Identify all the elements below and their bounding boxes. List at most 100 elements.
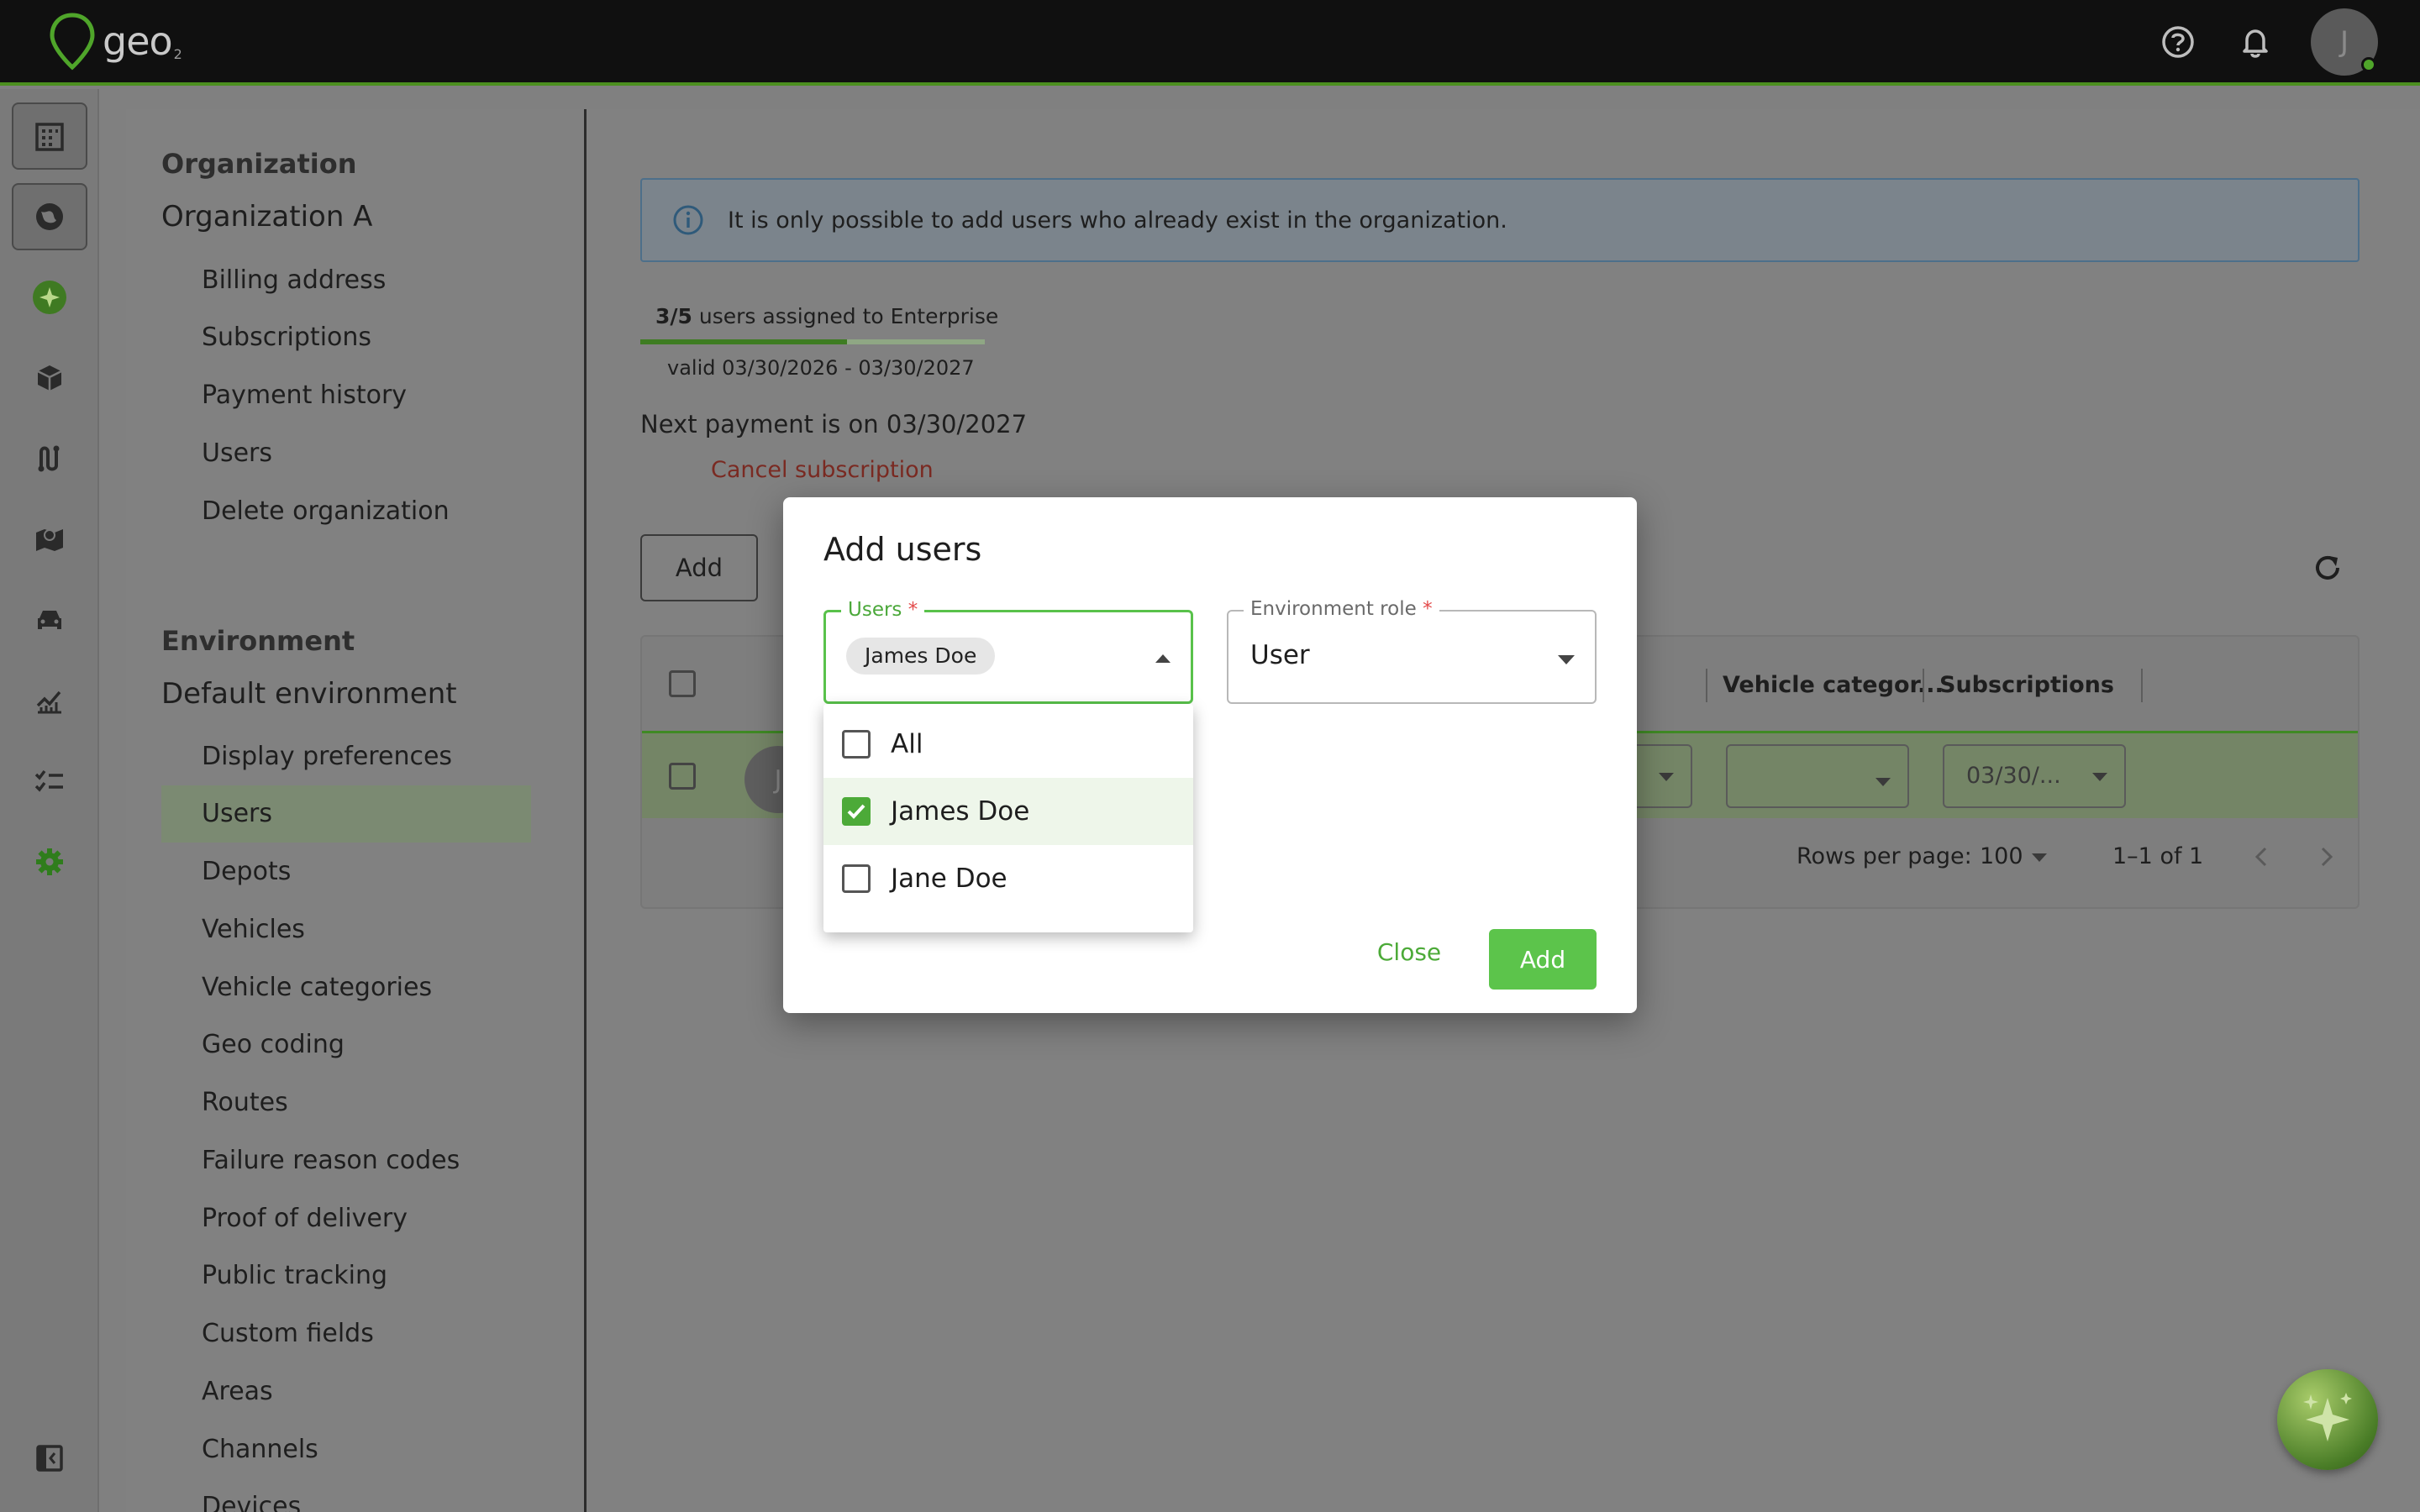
required-marker: * [1423, 598, 1433, 620]
seats-label: users assigned to Enterprise [698, 304, 999, 328]
vehicle-category-select[interactable] [1726, 744, 1909, 808]
chevron-down-icon [1659, 773, 1674, 781]
help-circle-icon[interactable] [2160, 24, 2196, 60]
rows-per-page-select[interactable]: 100 [1980, 843, 2023, 869]
nav-item-depots[interactable]: Depots [202, 843, 291, 900]
next-payment-text: Next payment is on 03/30/2027 [640, 410, 1028, 438]
column-separator [2141, 669, 2143, 702]
top-bar: geo 2 J [0, 0, 2420, 86]
row-avatar-initial: J [774, 764, 782, 795]
nav-environment-name[interactable]: Default environment [161, 677, 457, 711]
info-alert: It is only possible to add users who alr… [640, 178, 2360, 262]
option-checkbox[interactable] [842, 730, 871, 759]
required-marker: * [908, 599, 918, 621]
collapse-icon [36, 1445, 63, 1472]
rail-globe-button[interactable] [12, 183, 87, 250]
seats-summary: 3/5 users assigned to Enterprise [655, 304, 998, 328]
nav-item-custom-fields[interactable]: Custom fields [202, 1305, 374, 1362]
dropdown-option-jane-doe[interactable]: Jane Doe [823, 845, 1193, 912]
nav-item-display-preferences[interactable]: Display preferences [202, 728, 452, 785]
chevron-left-icon[interactable] [2249, 843, 2275, 870]
rail-routes-button[interactable] [12, 425, 87, 492]
nav-item-areas[interactable]: Areas [202, 1363, 273, 1420]
refresh-icon[interactable] [2309, 549, 2346, 586]
nav-item-env-users[interactable]: Users [161, 785, 531, 843]
environment-role-select[interactable]: Environment role * User [1227, 598, 1597, 704]
rail-map-button[interactable] [12, 506, 87, 573]
option-label: All [891, 729, 923, 759]
option-checkbox[interactable] [842, 864, 871, 893]
app-logo[interactable]: geo 2 [49, 12, 182, 71]
nav-item-geo-coding[interactable]: Geo coding [202, 1016, 345, 1074]
rail-assistant-button[interactable] [12, 264, 87, 331]
nav-item-public-tracking[interactable]: Public tracking [202, 1247, 387, 1305]
nav-section-organization: Organization [161, 148, 357, 180]
role-label-text: Environment role [1250, 598, 1417, 620]
nav-item-channels[interactable]: Channels [202, 1421, 318, 1478]
subscription-select-value: 03/30/... [1966, 763, 2061, 789]
nav-item-subscriptions[interactable]: Subscriptions [202, 309, 371, 366]
confirm-add-button[interactable]: Add [1489, 929, 1597, 990]
cancel-subscription-link[interactable]: Cancel subscription [711, 457, 934, 483]
nav-item-payment-history[interactable]: Payment history [202, 367, 407, 424]
users-multiselect[interactable]: Users * James Doe [823, 599, 1193, 704]
nav-item-routes[interactable]: Routes [202, 1074, 288, 1131]
close-button[interactable]: Close [1371, 931, 1447, 973]
dropdown-option-james-doe[interactable]: James Doe [823, 778, 1193, 845]
rail-orders-button[interactable] [12, 344, 87, 412]
add-users-button[interactable]: Add [640, 534, 758, 601]
dropdown-option-all[interactable]: All [823, 711, 1193, 778]
rail-analytics-button[interactable] [12, 667, 87, 734]
rail-collapse-button[interactable] [12, 1425, 87, 1492]
select-all-checkbox[interactable] [669, 670, 696, 697]
column-separator [1706, 669, 1707, 702]
nav-item-billing-address[interactable]: Billing address [202, 252, 386, 309]
assistant-fab[interactable] [2277, 1369, 2378, 1470]
rows-per-page-label: Rows per page: [1797, 843, 1972, 869]
dialog-title: Add users [823, 531, 982, 568]
users-label-text: Users [848, 599, 902, 621]
subscription-validity: valid 03/30/2026 - 03/30/2027 [667, 356, 975, 380]
option-checkbox[interactable] [842, 797, 871, 826]
nav-item-devices[interactable]: Devices [202, 1478, 301, 1512]
chevron-down-icon [2032, 853, 2047, 862]
rail-organization-button[interactable] [12, 102, 87, 170]
nav-item-vehicles[interactable]: Vehicles [202, 901, 305, 958]
column-header-subscriptions[interactable]: Subscriptions [1939, 672, 2114, 698]
chevron-right-icon[interactable] [2312, 843, 2339, 870]
info-alert-text: It is only possible to add users who alr… [728, 207, 1507, 234]
sparkle-icon [2303, 1393, 2352, 1441]
rail-vehicles-button[interactable] [12, 586, 87, 654]
nav-item-delete-organization[interactable]: Delete organization [202, 483, 450, 540]
nav-organization-name[interactable]: Organization A [161, 200, 372, 234]
row-checkbox[interactable] [669, 763, 696, 790]
subscription-select[interactable]: 03/30/... [1943, 744, 2126, 808]
online-status-dot [2361, 57, 2376, 72]
chart-icon [36, 690, 61, 714]
bell-icon[interactable] [2237, 24, 2274, 60]
users-field-label: Users * [841, 599, 925, 621]
option-label: James Doe [891, 796, 1030, 827]
app-rail [0, 89, 99, 1512]
user-avatar[interactable]: J [2311, 8, 2378, 76]
rail-settings-button[interactable] [12, 828, 87, 895]
nav-item-vehicle-categories[interactable]: Vehicle categories [202, 959, 432, 1016]
building-icon [35, 123, 64, 151]
seats-progress-fill [640, 339, 847, 344]
nav-item-proof-of-delivery[interactable]: Proof of delivery [202, 1190, 408, 1247]
rows-per-page-value: 100 [1980, 843, 2023, 869]
gear-icon [36, 848, 63, 875]
rail-tasks-button[interactable] [12, 748, 87, 815]
logo-subscript: 2 [173, 45, 182, 62]
nav-item-org-users[interactable]: Users [202, 425, 272, 482]
avatar-initial: J [2339, 25, 2349, 59]
users-dropdown-menu: All James Doe Jane Doe [823, 704, 1193, 932]
seats-count: 3/5 [655, 304, 692, 328]
nav-item-failure-reason-codes[interactable]: Failure reason codes [202, 1132, 460, 1189]
column-separator [1923, 669, 1924, 702]
chevron-up-icon[interactable] [1155, 654, 1171, 663]
column-header-vehicle-category[interactable]: Vehicle categor... [1723, 672, 1944, 698]
chevron-down-icon [1558, 655, 1575, 664]
role-select-value: User [1250, 640, 1310, 670]
selected-user-chip[interactable]: James Doe [846, 638, 996, 675]
